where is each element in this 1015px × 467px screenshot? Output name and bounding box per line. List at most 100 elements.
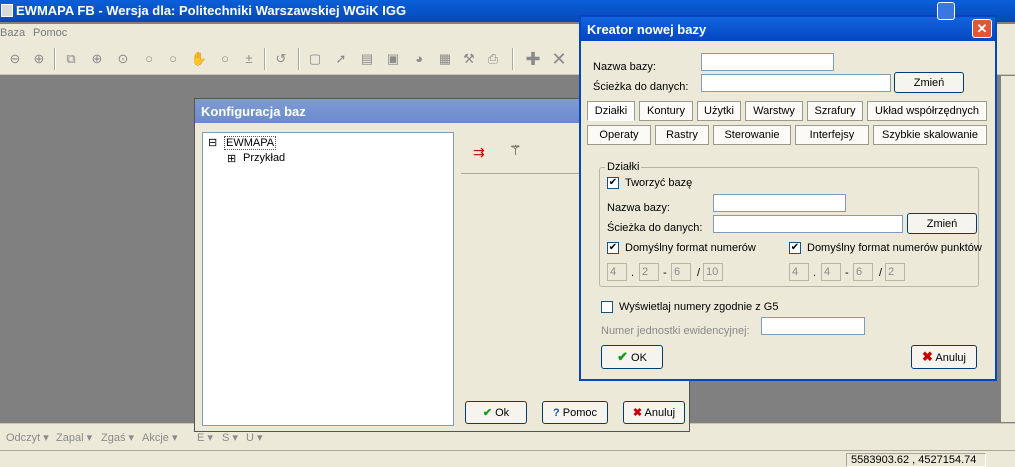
- show-g5-checkbox[interactable]: [601, 301, 613, 313]
- minimize-icon[interactable]: [937, 2, 955, 20]
- format-field-4[interactable]: 10: [703, 263, 723, 281]
- format-field-2[interactable]: 2: [639, 263, 659, 281]
- point-format-field-1[interactable]: 4: [789, 263, 809, 281]
- point-format-field-4[interactable]: 2: [885, 263, 905, 281]
- format-sep-dot: .: [631, 267, 635, 279]
- tools-icon[interactable]: ⚒: [460, 50, 478, 68]
- zapal-label: Zapal: [56, 432, 84, 444]
- tree-child-toggle[interactable]: ⊞: [227, 152, 236, 165]
- add-database-icon[interactable]: ⇉: [473, 144, 485, 161]
- tree-item-przyklad[interactable]: Przykład: [243, 152, 285, 164]
- tab-operaty[interactable]: Operaty: [587, 125, 651, 145]
- printer-icon[interactable]: ⎙: [484, 50, 502, 68]
- toolbar-separator: [54, 48, 56, 70]
- format-field-1[interactable]: 4: [607, 263, 627, 281]
- point-format-sep-dot: .: [813, 267, 817, 279]
- zoom-out-icon[interactable]: ⊖: [6, 50, 24, 68]
- default-format-checkbox[interactable]: ✔: [607, 242, 619, 254]
- unit-number-label: Numer jednostki ewidencyjnej:: [601, 325, 750, 337]
- toolbar-separator: [298, 48, 300, 70]
- tab-interfejsy[interactable]: Interfejsy: [795, 125, 869, 145]
- select-arrow-icon[interactable]: ➚: [332, 50, 350, 68]
- pie-chart-icon[interactable]: ◕: [410, 50, 428, 68]
- format-sep-dash: -: [663, 267, 667, 279]
- tab-uklad-wspolrzednych[interactable]: Układ współrzędnych: [867, 101, 987, 121]
- zoom-plus-icon[interactable]: ⊕: [88, 50, 106, 68]
- wizard-dialog: Kreator nowej bazy ✕ Nazwa bazy: Ścieżka…: [579, 15, 997, 381]
- image-icon[interactable]: ▣: [384, 50, 402, 68]
- wizard-wand-icon[interactable]: ⚚: [509, 142, 522, 159]
- database-tree[interactable]: ⊟ EWMAPA ⊞ Przykład: [202, 132, 454, 426]
- tab-dzialki[interactable]: Działki: [587, 101, 635, 121]
- zgas-dropdown[interactable]: Zgaś ▾: [101, 431, 134, 444]
- config-cancel-button[interactable]: ✖ Anuluj: [623, 401, 685, 424]
- refresh-icon[interactable]: ↺: [272, 50, 290, 68]
- s-label: S: [222, 432, 230, 444]
- tree-root-toggle[interactable]: ⊟: [208, 136, 217, 149]
- config-help-label: Pomoc: [562, 406, 598, 419]
- u-dropdown[interactable]: U ▾: [246, 431, 263, 444]
- u-label: U: [246, 432, 254, 444]
- tab-uzytki[interactable]: Użytki: [697, 101, 741, 121]
- tab-sterowanie[interactable]: Sterowanie: [713, 125, 791, 145]
- group-path-input[interactable]: [713, 215, 903, 233]
- wizard-change-button[interactable]: Zmień: [894, 72, 964, 93]
- config-ok-button[interactable]: ✔ Ok: [465, 401, 527, 424]
- group-change-button[interactable]: Zmień: [907, 213, 977, 234]
- e-label: E: [197, 432, 205, 444]
- wizard-db-name-input[interactable]: [701, 53, 834, 71]
- odczyt-label: Odczyt: [6, 432, 41, 444]
- menu-pomoc[interactable]: Pomoc: [33, 27, 67, 39]
- zoom-window-icon[interactable]: ⧉: [62, 50, 80, 68]
- e-dropdown[interactable]: E ▾: [197, 431, 213, 444]
- wizard-path-input[interactable]: [701, 74, 891, 92]
- wizard-ok-button[interactable]: ✔ OK: [601, 345, 663, 369]
- create-db-checkbox[interactable]: ✔: [607, 177, 619, 189]
- wizard-title: Kreator nowej bazy: [581, 17, 995, 41]
- menu-baza[interactable]: Baza: [0, 27, 25, 39]
- x-icon: ✖: [922, 348, 933, 364]
- wizard-cancel-label: Anuluj: [935, 351, 966, 364]
- zoom-icon[interactable]: ○: [164, 50, 182, 68]
- close-icon[interactable]: ✕: [972, 19, 992, 38]
- wizard-cancel-button[interactable]: ✖ Anuluj: [911, 345, 977, 369]
- point-format-field-2[interactable]: 4: [821, 263, 841, 281]
- pan-hand-icon[interactable]: ✋: [190, 50, 208, 68]
- delete-x-icon[interactable]: ✕: [550, 50, 568, 68]
- vertical-scrollbar[interactable]: [1001, 76, 1015, 422]
- default-point-format-checkbox[interactable]: ✔: [789, 242, 801, 254]
- plus-minus-icon[interactable]: ±: [240, 50, 258, 68]
- point-format-sep-dash: -: [845, 267, 849, 279]
- tab-szybkie-skalowanie[interactable]: Szybkie skalowanie: [873, 125, 987, 145]
- tab-rastry[interactable]: Rastry: [655, 125, 709, 145]
- create-db-label: Tworzyć bazę: [625, 177, 693, 189]
- config-help-button[interactable]: ? Pomoc: [542, 401, 608, 424]
- group-path-label: Ścieżka do danych:: [607, 222, 703, 234]
- tab-kontury[interactable]: Kontury: [639, 101, 693, 121]
- add-cross-icon[interactable]: ✚: [524, 50, 542, 68]
- tree-item-ewmapa[interactable]: EWMAPA: [224, 136, 277, 150]
- default-format-label: Domyślny format numerów: [625, 242, 756, 254]
- hatch-icon[interactable]: ▦: [436, 50, 454, 68]
- zapal-dropdown[interactable]: Zapal ▾: [56, 431, 92, 444]
- layers-icon[interactable]: ▤: [358, 50, 376, 68]
- zoom-extent-icon[interactable]: ⊙: [114, 50, 132, 68]
- point-format-field-3[interactable]: 6: [853, 263, 873, 281]
- app-title: EWMAPA FB - Wersja dla: Politechniki War…: [16, 3, 407, 18]
- zoom-previous-icon[interactable]: ○: [140, 50, 158, 68]
- unit-number-input[interactable]: [761, 317, 865, 335]
- s-dropdown[interactable]: S ▾: [222, 431, 238, 444]
- odczyt-dropdown[interactable]: Odczyt ▾: [6, 431, 49, 444]
- group-db-name-input[interactable]: [713, 194, 846, 212]
- akcje-dropdown[interactable]: Akcje ▾: [142, 431, 177, 444]
- zoom-lens-icon[interactable]: ○: [216, 50, 234, 68]
- config-ok-label: Ok: [495, 406, 510, 419]
- toolbar-separator: [512, 48, 514, 70]
- format-field-3[interactable]: 6: [671, 263, 691, 281]
- document-icon[interactable]: ▢: [306, 50, 324, 68]
- tab-warstwy[interactable]: Warstwy: [745, 101, 803, 121]
- zoom-in-icon[interactable]: ⊕: [30, 50, 48, 68]
- tab-szrafury[interactable]: Szrafury: [807, 101, 863, 121]
- statusbar: 5583903.62 , 4527154.74: [0, 450, 1015, 467]
- x-icon: ✖: [632, 406, 643, 419]
